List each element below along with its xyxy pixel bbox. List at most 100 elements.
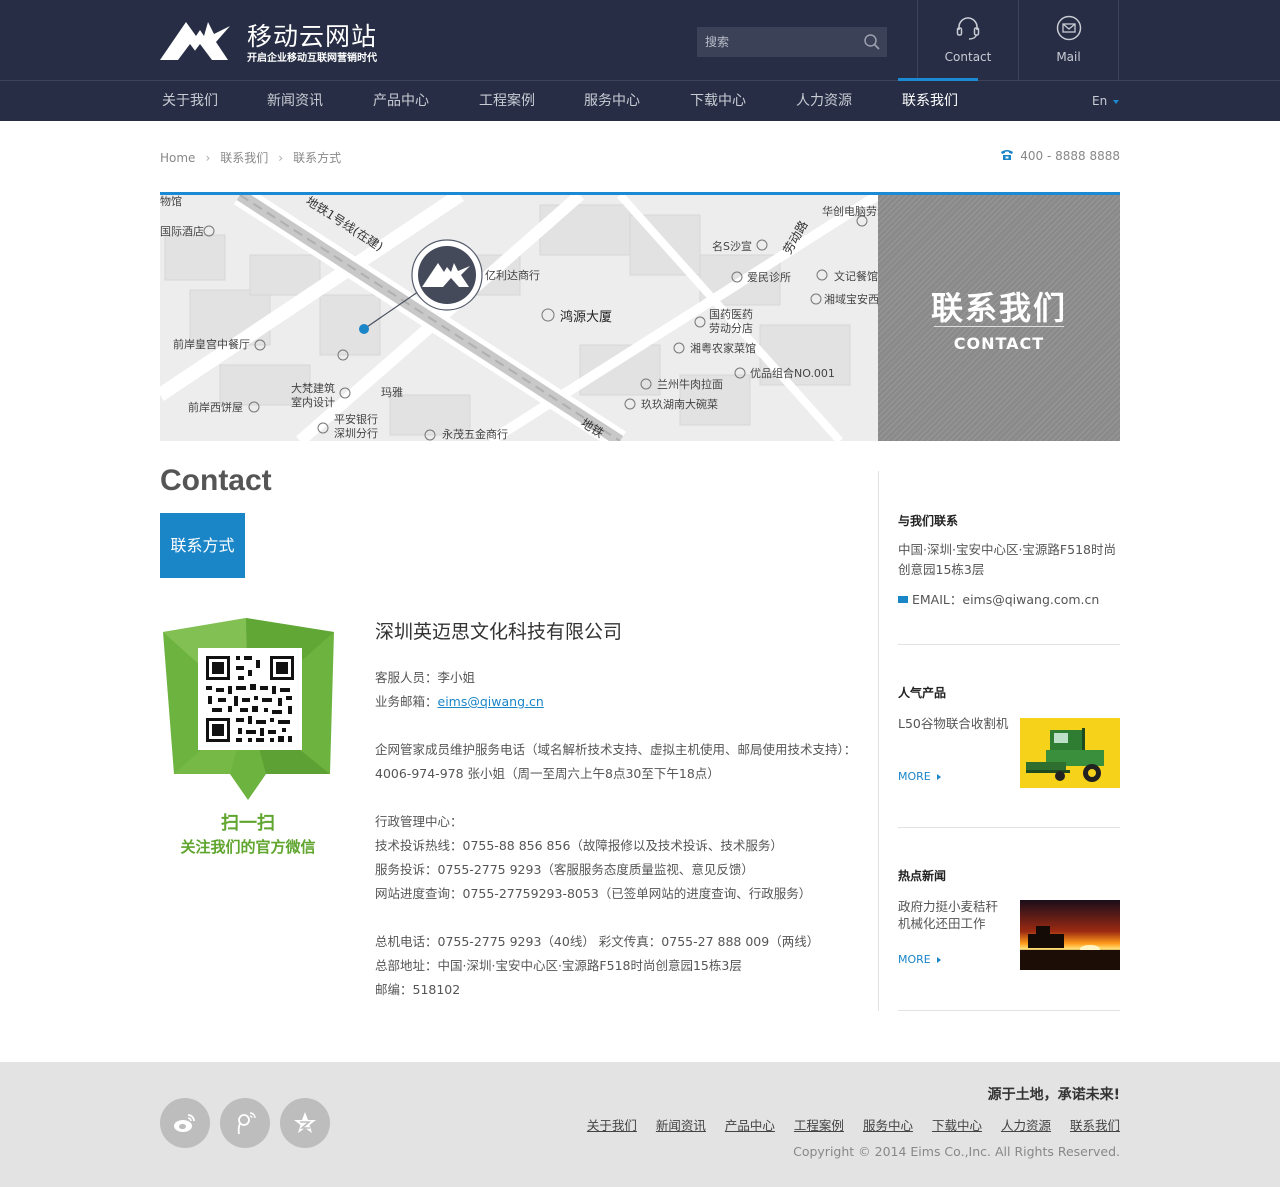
nav-active-indicator (898, 78, 978, 81)
tab-contact-info[interactable]: 联系方式 (160, 513, 245, 578)
phone-icon (1001, 150, 1014, 160)
nav-item-hr[interactable]: 人力资源 (796, 81, 852, 121)
page-title: Contact (160, 464, 272, 497)
qzone-button[interactable] (280, 1098, 330, 1148)
footer-link-download[interactable]: 下载中心 (932, 1118, 982, 1133)
qzone-star-icon (294, 1112, 316, 1133)
site-title: 移动云网站 (247, 22, 378, 51)
admin-center-heading: 行政管理中心： (375, 814, 463, 829)
breadcrumb: Home › 联系我们 › 联系方式 (160, 149, 341, 166)
nav-item-cases[interactable]: 工程案例 (479, 81, 535, 121)
sidebar-address-line2: 创意园15栋3层 (898, 562, 985, 577)
mail-label: Mail (1056, 50, 1081, 64)
product-thumbnail[interactable] (1020, 718, 1120, 788)
news-thumbnail[interactable] (1020, 900, 1120, 970)
column-divider (878, 471, 879, 1011)
footer-link-news[interactable]: 新闻资讯 (656, 1118, 706, 1133)
search-box (697, 27, 887, 57)
map-label: 兰州牛肉拉面 (657, 377, 723, 391)
product-more-link[interactable]: MORE (898, 770, 941, 783)
news-title-line2: 机械化还田工作 (898, 916, 986, 931)
nav-item-service[interactable]: 服务中心 (584, 81, 640, 121)
contact-button[interactable]: Contact (917, 0, 1018, 80)
sidebar-divider (898, 644, 1120, 645)
tencent-weibo-button[interactable] (220, 1098, 270, 1148)
more-label: MORE (898, 953, 931, 966)
chevron-right-icon: › (205, 151, 211, 165)
map-label: 前岸西饼屋 (188, 400, 243, 414)
map-label: 大梵建筑 (291, 381, 335, 395)
weibo-icon (174, 1114, 195, 1132)
weibo-button[interactable] (160, 1098, 210, 1148)
sidebar-divider (898, 827, 1120, 828)
search-input[interactable] (697, 27, 857, 57)
map-label: 国际酒店 (160, 224, 204, 238)
service-complaint-line: 服务投诉：0755-2775 9293（客服服务态度质量监视、意见反馈） (375, 862, 754, 877)
breadcrumb-home[interactable]: Home (160, 151, 195, 165)
language-switch[interactable]: En (1092, 81, 1120, 121)
map-label: 永茂五金商行 (442, 427, 508, 441)
footer-link-contact[interactable]: 联系我们 (1070, 1118, 1120, 1133)
site-subtitle: 开启企业移动互联网营销时代 (247, 53, 377, 64)
footer-link-products[interactable]: 产品中心 (725, 1118, 775, 1133)
qr-follow-label: 关注我们的官方微信 (180, 838, 316, 856)
map-label: 爱民诊所 (747, 270, 791, 284)
map-label: 鸿源大厦 (560, 309, 612, 325)
hotline-number: 400 - 8888 8888 (1020, 149, 1120, 163)
hotline: 400 - 8888 8888 (1000, 149, 1120, 163)
news-more-link[interactable]: MORE (898, 953, 941, 966)
progress-query-line: 网站进度查询：0755-27759293-8053（已签单网站的进度查询、行政服… (375, 886, 812, 901)
map-label: 物馆 (160, 195, 182, 208)
map-label: 名S沙宣 (712, 239, 752, 253)
banner-title-en: CONTACT (953, 334, 1045, 353)
map-label: 劳动分店 (709, 321, 753, 335)
sidebar-divider (898, 1010, 1120, 1011)
email-label: 业务邮箱： (375, 694, 438, 709)
news-title-link[interactable]: 政府力挺小麦秸秆 机械化还田工作 (898, 898, 998, 932)
sidebar-address-line1: 中国·深圳·宝安中心区·宝源路F518时尚 (898, 542, 1116, 557)
map-label: 华创电脑劳动店 (822, 204, 878, 218)
breadcrumb-level1[interactable]: 联系我们 (220, 149, 268, 166)
footer-link-hr[interactable]: 人力资源 (1001, 1118, 1051, 1133)
banner-title-panel: 联系我们 CONTACT (878, 195, 1120, 441)
business-email-link[interactable]: eims@qiwang.cn (438, 694, 544, 709)
search-icon[interactable] (863, 33, 881, 51)
map-label: 湘粤农家菜馆 (690, 341, 756, 355)
location-map[interactable]: 物馆 国际酒店 亿利达商行 鸿源大厦 名S沙宣 爱民诊所 文记餐馆 湘域宝安西乡… (160, 195, 878, 441)
caret-right-icon (936, 957, 941, 963)
sidebar-contact-title: 与我们联系 (898, 514, 959, 528)
postal-code: 邮编：518102 (375, 982, 461, 997)
tencent-weibo-icon (237, 1112, 256, 1135)
footer-slogan: 源于土地，承诺未来! (987, 1087, 1120, 1103)
nav-item-contact[interactable]: 联系我们 (902, 81, 958, 121)
nav-item-news[interactable]: 新闻资讯 (267, 81, 323, 121)
footer-link-about[interactable]: 关于我们 (587, 1118, 637, 1133)
logo-icon[interactable] (160, 20, 230, 62)
footer-links: 关于我们 新闻资讯 产品中心 工程案例 服务中心 下载中心 人力资源 联系我们 (568, 1115, 1120, 1134)
map-label: 前岸皇宫中餐厅 (173, 337, 250, 351)
nav-item-products[interactable]: 产品中心 (373, 81, 429, 121)
sidebar-news-title: 热点新闻 (898, 869, 947, 883)
qr-scan-label: 扫一扫 (221, 813, 275, 834)
caret-right-icon (936, 774, 941, 780)
sidebar-address: 中国·深圳·宝安中心区·宝源路F518时尚 创意园15栋3层 (898, 540, 1116, 580)
business-email-row: 业务邮箱：eims@qiwang.cn (375, 691, 544, 710)
breadcrumb-level2: 联系方式 (293, 151, 342, 165)
qr-code-icon[interactable] (198, 648, 302, 750)
footer-link-cases[interactable]: 工程案例 (794, 1118, 844, 1133)
nav-item-about[interactable]: 关于我们 (162, 81, 218, 121)
map-label: 玛雅 (381, 385, 403, 399)
more-label: MORE (898, 770, 931, 783)
nav-item-download[interactable]: 下载中心 (690, 81, 746, 121)
headset-icon (956, 17, 980, 40)
footer-link-service[interactable]: 服务中心 (863, 1118, 913, 1133)
contact-label: Contact (944, 50, 992, 64)
product-name-link[interactable]: L50谷物联合收割机 (898, 714, 1008, 734)
map-label: 玖玖湖南大碗菜 (641, 397, 718, 411)
map-label: 亿利达商行 (485, 268, 540, 282)
copyright: Copyright © 2014 Eims Co.,Inc. All Right… (793, 1144, 1120, 1159)
company-name: 深圳英迈思文化科技有限公司 (375, 621, 623, 643)
hq-address: 总部地址：中国·深圳·宝安中心区·宝源路F518时尚创意园15栋3层 (375, 958, 742, 973)
mail-button[interactable]: Mail (1018, 0, 1119, 80)
site-footer: 源于土地，承诺未来! 关于我们 新闻资讯 产品中心 工程案例 服务中心 下载中心 人力资源 联… (0, 1062, 1280, 1187)
